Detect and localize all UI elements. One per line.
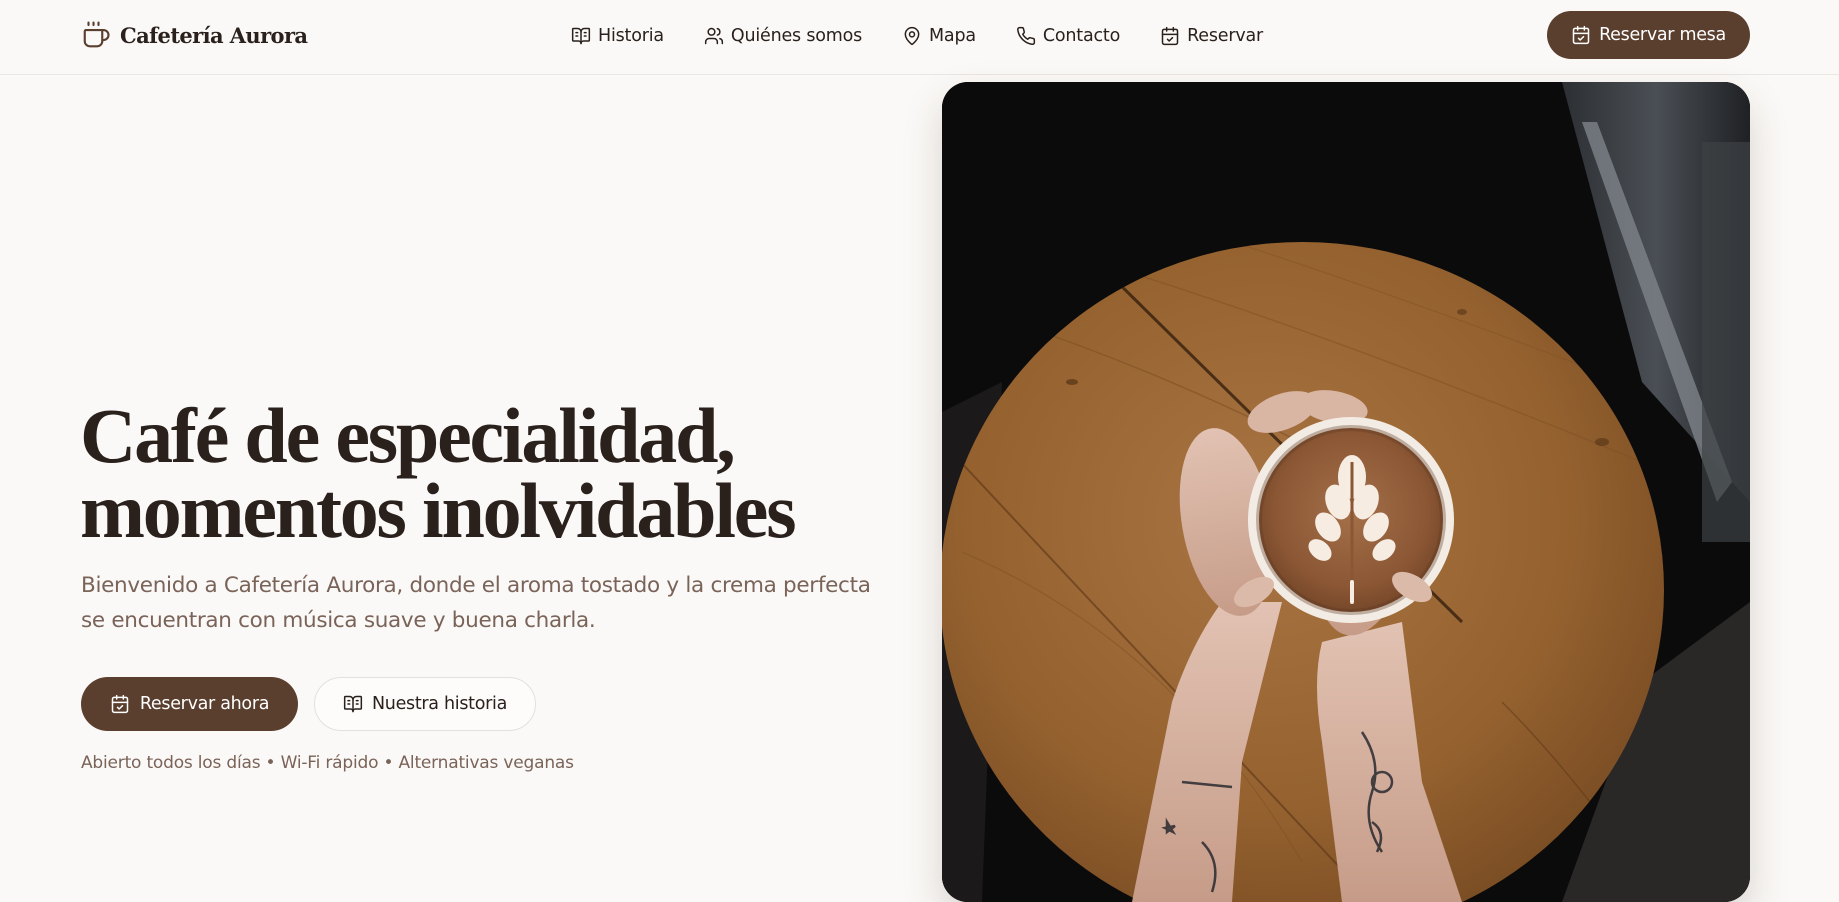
nuestra-historia-button[interactable]: Nuestra historia (314, 677, 536, 731)
hero-title: Café de especialidad, momentos inolvidab… (80, 392, 940, 554)
nav-item-label: Contacto (1042, 26, 1121, 46)
features-line: Abierto todos los días • Wi-Fi rápido • … (81, 753, 574, 773)
nav-item-quienes-somos[interactable]: Quiénes somos (704, 26, 862, 46)
calendar-check-icon (1160, 26, 1180, 46)
reservar-mesa-label: Reservar mesa (1599, 25, 1726, 45)
main-nav: Historia Quiénes somos Mapa Contacto Res… (571, 22, 1263, 50)
nav-item-mapa[interactable]: Mapa (902, 26, 976, 46)
nav-item-historia[interactable]: Historia (571, 26, 664, 46)
hero-subtitle-line-2: se encuentran con música suave y buena c… (81, 608, 596, 633)
site-header: Cafetería Aurora Historia Quiénes somos … (0, 0, 1839, 75)
reservar-ahora-button[interactable]: Reservar ahora (81, 677, 298, 731)
reservar-mesa-button[interactable]: Reservar mesa (1547, 11, 1750, 59)
nav-item-label: Quiénes somos (730, 26, 863, 46)
reservar-ahora-label: Reservar ahora (139, 694, 270, 714)
users-icon (704, 26, 724, 46)
map-pin-icon (902, 26, 922, 46)
brand-name: Cafetería Aurora (120, 22, 308, 48)
hero-latte-photo (942, 82, 1750, 902)
calendar-check-icon (1571, 25, 1591, 45)
nuestra-historia-label: Nuestra historia (371, 694, 508, 714)
hero-title-line-1: Café de especialidad, (80, 392, 736, 479)
nav-item-contacto[interactable]: Contacto (1016, 26, 1120, 46)
nav-item-label: Historia (598, 26, 664, 46)
brand-logo-link[interactable]: Cafetería Aurora (81, 18, 308, 52)
nav-item-reservar[interactable]: Reservar (1160, 26, 1263, 46)
nav-item-label: Mapa (929, 26, 976, 46)
book-open-icon (571, 26, 591, 46)
nav-item-label: Reservar (1187, 26, 1263, 46)
hero-title-line-2: momentos inolvidables (80, 467, 797, 554)
phone-icon (1016, 26, 1036, 46)
calendar-check-icon (110, 694, 130, 714)
coffee-cup-icon (81, 20, 111, 50)
book-open-icon (343, 694, 363, 714)
hero-subtitle-line-1: Bienvenido a Cafetería Aurora, donde el … (81, 573, 871, 598)
hero-subtitle: Bienvenido a Cafetería Aurora, donde el … (81, 568, 901, 638)
